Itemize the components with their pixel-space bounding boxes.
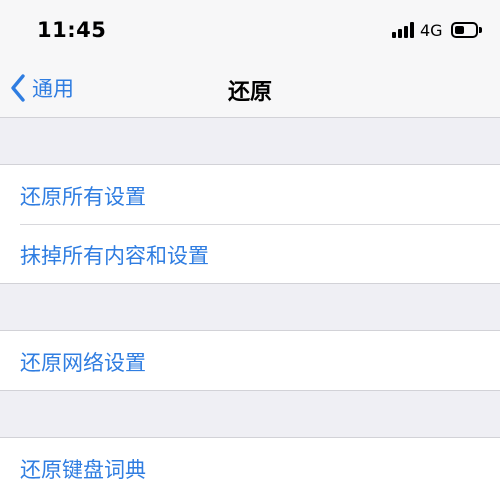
screen: 11:45 4G 通用 还原 还原所有设置 抹掉所有内容和设置 还原网络设置 还…: [0, 0, 500, 492]
settings-group-3: 还原键盘词典: [0, 437, 500, 492]
cellular-signal-icon: [392, 22, 416, 38]
row-label: 抹掉所有内容和设置: [20, 244, 209, 268]
battery-icon: [451, 22, 482, 38]
row-label: 还原所有设置: [20, 185, 146, 209]
header: 11:45 4G 通用 还原: [0, 0, 500, 118]
settings-group-1: 还原所有设置 抹掉所有内容和设置: [0, 164, 500, 284]
network-type: 4G: [420, 21, 443, 40]
reset-all-settings-row[interactable]: 还原所有设置: [0, 165, 500, 224]
navigation-bar: 通用 还原: [0, 62, 500, 116]
page-title: 还原: [227, 80, 272, 105]
row-label: 还原网络设置: [20, 351, 146, 375]
reset-keyboard-dictionary-row[interactable]: 还原键盘词典: [0, 438, 500, 492]
status-time: 11:45: [37, 18, 107, 42]
settings-group-2: 还原网络设置: [0, 330, 500, 391]
reset-network-settings-row[interactable]: 还原网络设置: [0, 331, 500, 390]
erase-all-content-row[interactable]: 抹掉所有内容和设置: [0, 224, 500, 283]
status-bar: 11:45 4G: [0, 0, 500, 60]
row-label: 还原键盘词典: [20, 458, 146, 482]
